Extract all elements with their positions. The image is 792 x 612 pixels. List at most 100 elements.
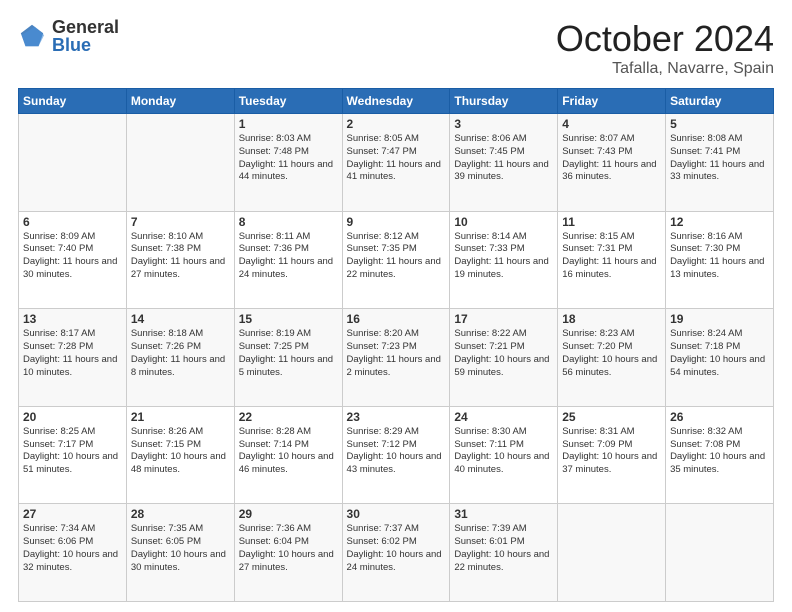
calendar-cell: 14 Sunrise: 8:18 AM Sunset: 7:26 PM Dayli… (126, 309, 234, 407)
calendar-cell: 29 Sunrise: 7:36 AM Sunset: 6:04 PM Dayli… (234, 504, 342, 602)
day-number: 11 (562, 215, 661, 229)
col-saturday: Saturday (666, 89, 774, 114)
day-number: 19 (670, 312, 769, 326)
cell-info: Sunrise: 8:15 AM Sunset: 7:31 PM Dayligh… (562, 231, 661, 282)
month-title: October 2024 (556, 18, 774, 60)
day-number: 24 (454, 410, 553, 424)
calendar-cell: 6 Sunrise: 8:09 AM Sunset: 7:40 PM Daylig… (19, 211, 127, 309)
calendar-cell: 30 Sunrise: 7:37 AM Sunset: 6:02 PM Dayli… (342, 504, 450, 602)
cell-info: Sunrise: 7:36 AM Sunset: 6:04 PM Dayligh… (239, 523, 338, 574)
cell-info: Sunrise: 8:16 AM Sunset: 7:30 PM Dayligh… (670, 231, 769, 282)
day-number: 10 (454, 215, 553, 229)
day-number: 26 (670, 410, 769, 424)
cell-info: Sunrise: 8:05 AM Sunset: 7:47 PM Dayligh… (347, 133, 446, 184)
day-number: 2 (347, 117, 446, 131)
cell-info: Sunrise: 8:18 AM Sunset: 7:26 PM Dayligh… (131, 328, 230, 379)
cell-info: Sunrise: 8:26 AM Sunset: 7:15 PM Dayligh… (131, 426, 230, 477)
logo-blue-text: Blue (52, 36, 119, 54)
cell-info: Sunrise: 8:28 AM Sunset: 7:14 PM Dayligh… (239, 426, 338, 477)
day-number: 14 (131, 312, 230, 326)
header: General Blue October 2024 Tafalla, Navar… (18, 18, 774, 78)
calendar-cell: 11 Sunrise: 8:15 AM Sunset: 7:31 PM Dayli… (558, 211, 666, 309)
calendar-cell: 25 Sunrise: 8:31 AM Sunset: 7:09 PM Dayli… (558, 406, 666, 504)
cell-info: Sunrise: 8:12 AM Sunset: 7:35 PM Dayligh… (347, 231, 446, 282)
calendar-header-row: Sunday Monday Tuesday Wednesday Thursday… (19, 89, 774, 114)
cell-info: Sunrise: 8:09 AM Sunset: 7:40 PM Dayligh… (23, 231, 122, 282)
calendar-cell: 13 Sunrise: 8:17 AM Sunset: 7:28 PM Dayli… (19, 309, 127, 407)
day-number: 28 (131, 507, 230, 521)
day-number: 22 (239, 410, 338, 424)
cell-info: Sunrise: 8:11 AM Sunset: 7:36 PM Dayligh… (239, 231, 338, 282)
calendar-week-4: 20Sunrise: 8:25 AM Sunset: 7:17 PM Dayli… (19, 406, 774, 504)
cell-info: Sunrise: 8:31 AM Sunset: 7:09 PM Dayligh… (562, 426, 661, 477)
cell-info: Sunrise: 8:22 AM Sunset: 7:21 PM Dayligh… (454, 328, 553, 379)
cell-info: Sunrise: 8:30 AM Sunset: 7:11 PM Dayligh… (454, 426, 553, 477)
calendar-table: Sunday Monday Tuesday Wednesday Thursday… (18, 88, 774, 602)
cell-info: Sunrise: 8:32 AM Sunset: 7:08 PM Dayligh… (670, 426, 769, 477)
cell-info: Sunrise: 8:06 AM Sunset: 7:45 PM Dayligh… (454, 133, 553, 184)
day-number: 30 (347, 507, 446, 521)
page: General Blue October 2024 Tafalla, Navar… (0, 0, 792, 612)
calendar-cell: 26 Sunrise: 8:32 AM Sunset: 7:08 PM Dayli… (666, 406, 774, 504)
calendar-cell: 28 Sunrise: 7:35 AM Sunset: 6:05 PM Dayli… (126, 504, 234, 602)
cell-info: Sunrise: 8:03 AM Sunset: 7:48 PM Dayligh… (239, 133, 338, 184)
cell-info: Sunrise: 7:37 AM Sunset: 6:02 PM Dayligh… (347, 523, 446, 574)
cell-info: Sunrise: 8:29 AM Sunset: 7:12 PM Dayligh… (347, 426, 446, 477)
day-number: 12 (670, 215, 769, 229)
cell-info: Sunrise: 8:19 AM Sunset: 7:25 PM Dayligh… (239, 328, 338, 379)
cell-info: Sunrise: 8:17 AM Sunset: 7:28 PM Dayligh… (23, 328, 122, 379)
col-sunday: Sunday (19, 89, 127, 114)
day-number: 18 (562, 312, 661, 326)
col-wednesday: Wednesday (342, 89, 450, 114)
calendar-cell: 24 Sunrise: 8:30 AM Sunset: 7:11 PM Dayli… (450, 406, 558, 504)
calendar-cell: 19 Sunrise: 8:24 AM Sunset: 7:18 PM Dayli… (666, 309, 774, 407)
day-number: 17 (454, 312, 553, 326)
col-thursday: Thursday (450, 89, 558, 114)
cell-info: Sunrise: 8:24 AM Sunset: 7:18 PM Dayligh… (670, 328, 769, 379)
calendar-cell: 20Sunrise: 8:25 AM Sunset: 7:17 PM Dayli… (19, 406, 127, 504)
calendar-cell (666, 504, 774, 602)
calendar-cell (126, 114, 234, 212)
day-number: 29 (239, 507, 338, 521)
calendar-cell: 8 Sunrise: 8:11 AM Sunset: 7:36 PM Daylig… (234, 211, 342, 309)
col-friday: Friday (558, 89, 666, 114)
cell-info: Sunrise: 8:23 AM Sunset: 7:20 PM Dayligh… (562, 328, 661, 379)
day-number: 27 (23, 507, 122, 521)
day-number: 16 (347, 312, 446, 326)
day-number: 3 (454, 117, 553, 131)
cell-info: Sunrise: 8:14 AM Sunset: 7:33 PM Dayligh… (454, 231, 553, 282)
calendar-cell (19, 114, 127, 212)
day-number: 13 (23, 312, 122, 326)
day-number: 31 (454, 507, 553, 521)
location: Tafalla, Navarre, Spain (556, 60, 774, 78)
day-number: 5 (670, 117, 769, 131)
day-number: 8 (239, 215, 338, 229)
col-tuesday: Tuesday (234, 89, 342, 114)
cell-info: Sunrise: 8:10 AM Sunset: 7:38 PM Dayligh… (131, 231, 230, 282)
calendar-cell: 21 Sunrise: 8:26 AM Sunset: 7:15 PM Dayli… (126, 406, 234, 504)
cell-info: Sunrise: 8:25 AM Sunset: 7:17 PM Dayligh… (23, 426, 122, 477)
day-number: 4 (562, 117, 661, 131)
cell-info: Sunrise: 8:20 AM Sunset: 7:23 PM Dayligh… (347, 328, 446, 379)
day-number: 6 (23, 215, 122, 229)
logo-general-text: General (52, 18, 119, 36)
cell-info: Sunrise: 7:34 AM Sunset: 6:06 PM Dayligh… (23, 523, 122, 574)
cell-info: Sunrise: 8:08 AM Sunset: 7:41 PM Dayligh… (670, 133, 769, 184)
day-number: 9 (347, 215, 446, 229)
calendar-cell: 9 Sunrise: 8:12 AM Sunset: 7:35 PM Daylig… (342, 211, 450, 309)
cell-info: Sunrise: 8:07 AM Sunset: 7:43 PM Dayligh… (562, 133, 661, 184)
cell-info: Sunrise: 7:35 AM Sunset: 6:05 PM Dayligh… (131, 523, 230, 574)
calendar-cell: 22 Sunrise: 8:28 AM Sunset: 7:14 PM Dayli… (234, 406, 342, 504)
logo: General Blue (18, 18, 119, 54)
calendar-week-2: 6 Sunrise: 8:09 AM Sunset: 7:40 PM Daylig… (19, 211, 774, 309)
day-number: 25 (562, 410, 661, 424)
calendar-week-3: 13 Sunrise: 8:17 AM Sunset: 7:28 PM Dayli… (19, 309, 774, 407)
calendar-cell: 1Sunrise: 8:03 AM Sunset: 7:48 PM Daylig… (234, 114, 342, 212)
day-number: 7 (131, 215, 230, 229)
calendar-cell: 7 Sunrise: 8:10 AM Sunset: 7:38 PM Daylig… (126, 211, 234, 309)
calendar-cell: 10 Sunrise: 8:14 AM Sunset: 7:33 PM Dayli… (450, 211, 558, 309)
day-number: 15 (239, 312, 338, 326)
title-area: October 2024 Tafalla, Navarre, Spain (556, 18, 774, 78)
calendar-week-5: 27 Sunrise: 7:34 AM Sunset: 6:06 PM Dayli… (19, 504, 774, 602)
day-number: 21 (131, 410, 230, 424)
